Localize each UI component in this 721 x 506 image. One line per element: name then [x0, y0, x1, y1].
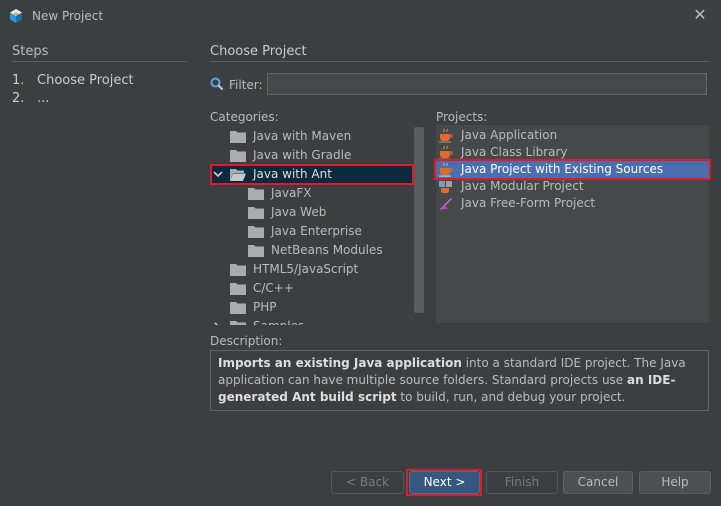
chevron-right-icon	[214, 322, 219, 325]
help-button[interactable]: Help	[639, 471, 711, 494]
description-text: Imports an existing Java application int…	[210, 350, 709, 411]
folder-icon	[230, 150, 246, 162]
window-title: New Project	[32, 9, 104, 23]
folder-icon	[248, 188, 264, 200]
scrollbar-thumb[interactable]	[414, 127, 424, 313]
folder-icon	[248, 207, 264, 219]
categories-label: Categories:	[210, 110, 279, 124]
tree-item-php[interactable]: PHP	[210, 298, 414, 317]
step-item: 1. Choose Project	[12, 73, 134, 88]
folder-icon	[230, 283, 246, 295]
coffee-cup-icon	[439, 128, 453, 143]
steps-header: Steps	[12, 44, 49, 59]
tree-item-javafx[interactable]: JavaFX	[210, 184, 414, 203]
filter-input[interactable]	[267, 73, 707, 95]
folder-icon	[230, 131, 246, 143]
folder-icon	[230, 264, 246, 276]
project-item-java-modular[interactable]: Java Modular Project	[436, 178, 709, 195]
tree-item-html5-javascript[interactable]: HTML5/JavaScript	[210, 260, 414, 279]
projects-list[interactable]: Java Application Java Class Library Java…	[436, 125, 709, 323]
steps-divider	[12, 61, 187, 62]
categories-scrollbar[interactable]	[414, 125, 424, 325]
finish-button[interactable]: Finish	[486, 471, 558, 494]
highlight-box-category	[210, 164, 414, 185]
filter-label: Filter:	[229, 78, 263, 92]
tree-item-java-gradle[interactable]: Java with Gradle	[210, 146, 414, 165]
modular-project-icon	[439, 181, 452, 193]
cancel-button[interactable]: Cancel	[563, 471, 633, 494]
page-title: Choose Project	[210, 44, 307, 59]
folder-icon	[248, 245, 264, 257]
folder-icon	[230, 321, 246, 325]
tree-item-samples[interactable]: Samples	[210, 317, 414, 325]
netbeans-logo-icon	[10, 9, 22, 23]
projects-label: Projects:	[436, 110, 488, 124]
highlight-box-project	[434, 159, 711, 180]
folder-icon	[248, 226, 264, 238]
step-item: 2....	[12, 91, 50, 106]
tree-item-netbeans-modules[interactable]: NetBeans Modules	[210, 241, 414, 260]
folder-icon	[230, 302, 246, 314]
project-item-java-free-form[interactable]: Java Free-Form Project	[436, 195, 709, 212]
free-form-project-icon	[440, 198, 452, 210]
main-divider	[210, 61, 709, 62]
tree-item-java-maven[interactable]: Java with Maven	[210, 127, 414, 146]
project-item-java-application[interactable]: Java Application	[436, 127, 709, 144]
tree-item-java-enterprise[interactable]: Java Enterprise	[210, 222, 414, 241]
close-icon[interactable]: ✕	[691, 6, 709, 24]
coffee-cup-icon	[439, 145, 453, 160]
tree-item-java-web[interactable]: Java Web	[210, 203, 414, 222]
highlight-box-next	[406, 469, 482, 496]
description-label: Description:	[210, 334, 283, 348]
categories-tree[interactable]: Java with Maven Java with Gradle Java wi…	[210, 125, 414, 325]
search-icon	[210, 77, 224, 91]
title-bar: New Project ✕	[0, 0, 721, 32]
back-button[interactable]: < Back	[331, 471, 404, 494]
tree-item-c-cpp[interactable]: C/C++	[210, 279, 414, 298]
